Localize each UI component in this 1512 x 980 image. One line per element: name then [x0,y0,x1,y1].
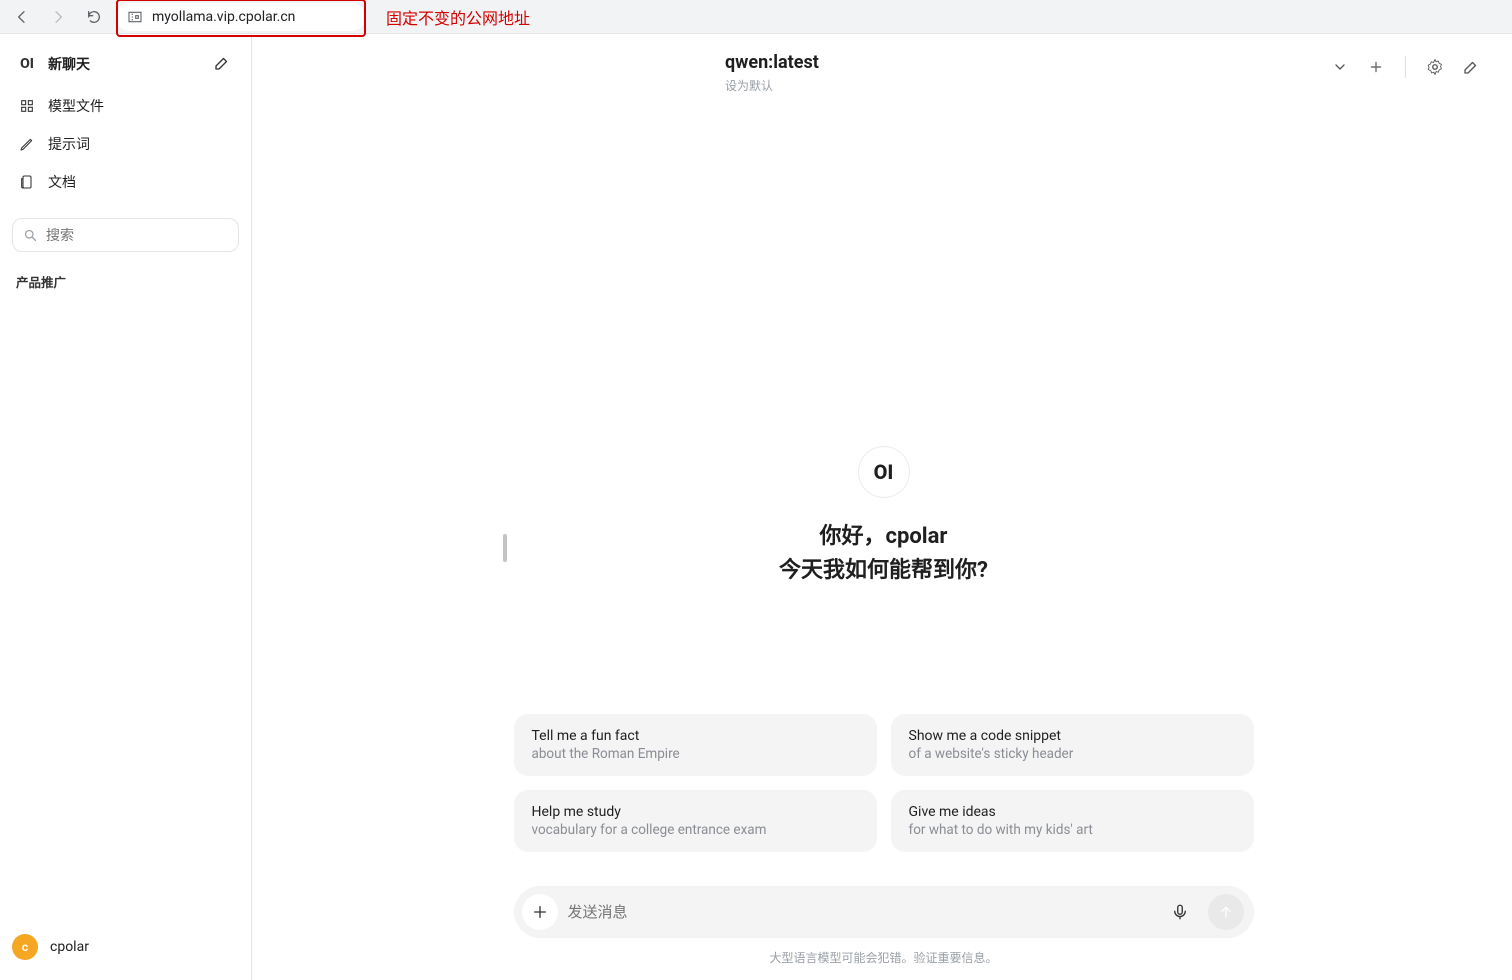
mic-button[interactable] [1162,894,1198,930]
plus-icon [532,904,548,920]
back-button[interactable] [8,3,36,31]
docs-icon [18,173,36,191]
reload-icon [86,9,102,25]
pen-icon [18,135,36,153]
arrow-left-icon [14,9,30,25]
brand-bubble: OI [858,446,910,498]
add-model-button[interactable] [1365,56,1387,78]
sidebar-item-label: 文档 [48,172,76,192]
suggestion-card[interactable]: Give me ideas for what to do with my kid… [891,790,1254,852]
suggestion-title: Help me study [532,804,859,820]
arrow-up-icon [1218,904,1234,920]
search-icon [23,228,38,243]
greeting-line1: 你好，cpolar [779,520,988,554]
gear-icon [1426,58,1444,76]
user-name: cpolar [50,939,89,955]
model-name: qwen:latest [725,52,819,73]
settings-button[interactable] [1424,56,1446,78]
suggestion-subtitle: for what to do with my kids' art [909,822,1236,838]
set-default-button[interactable]: 设为默认 [725,77,819,94]
suggestion-subtitle: about the Roman Empire [532,746,859,762]
sidebar-item-prompts[interactable]: 提示词 [10,128,241,160]
sidebar-section-heading: 产品推广 [10,266,241,297]
brand-icon: OI [18,55,36,73]
avatar: c [12,934,38,960]
grid-icon [18,97,36,115]
greeting: 你好，cpolar 今天我如何能帮到你? [779,520,988,588]
suggestion-card[interactable]: Help me study vocabulary for a college e… [514,790,877,852]
sidebar: OI 新聊天 模型文件 提示词 [0,34,252,980]
header-actions [1329,52,1482,78]
mic-icon [1171,903,1189,921]
browser-toolbar: myollama.vip.cpolar.cn 固定不变的公网地址 [0,0,1512,34]
forward-button[interactable] [44,3,72,31]
reload-button[interactable] [80,3,108,31]
edit-chat-button[interactable] [1460,56,1482,78]
divider [1405,56,1406,78]
sidebar-nav-group: 模型文件 提示词 文档 [10,90,241,198]
search-input[interactable] [46,227,228,243]
sidebar-item-newchat[interactable]: OI 新聊天 [10,48,241,80]
arrow-right-icon [50,9,66,25]
composer [514,886,1254,938]
address-bar[interactable]: myollama.vip.cpolar.cn [116,3,366,31]
sidebar-item-label: 模型文件 [48,96,104,116]
suggestion-grid: Tell me a fun fact about the Roman Empir… [514,714,1254,852]
annotation-label: 固定不变的公网地址 [386,5,530,29]
sidebar-item-models[interactable]: 模型文件 [10,90,241,122]
edit-icon [1462,58,1480,76]
sidebar-item-docs[interactable]: 文档 [10,166,241,198]
greeting-line2: 今天我如何能帮到你? [779,554,988,588]
send-button[interactable] [1208,894,1244,930]
suggestion-subtitle: vocabulary for a college entrance exam [532,822,859,838]
sidebar-item-label: 提示词 [48,134,90,154]
suggestion-card[interactable]: Tell me a fun fact about the Roman Empir… [514,714,877,776]
suggestion-title: Show me a code snippet [909,728,1236,744]
chat-header: qwen:latest 设为默认 [255,34,1512,94]
url-text: myollama.vip.cpolar.cn [152,9,295,25]
disclaimer-text: 大型语言模型可能会犯错。验证重要信息。 [769,949,997,966]
sidebar-search[interactable] [12,218,239,252]
main-panel: qwen:latest 设为默认 OI 你好，cpolar 今天我如何能帮到你?… [255,34,1512,980]
suggestion-subtitle: of a website's sticky header [909,746,1236,762]
suggestion-card[interactable]: Show me a code snippet of a website's st… [891,714,1254,776]
suggestion-title: Give me ideas [909,804,1236,820]
sidebar-user[interactable]: c cpolar [10,928,241,966]
suggestion-title: Tell me a fun fact [532,728,859,744]
message-input[interactable] [568,904,1152,921]
site-settings-icon[interactable] [126,8,144,26]
newchat-label: 新聊天 [48,54,90,74]
attach-button[interactable] [522,894,558,930]
chevron-down-icon[interactable] [1329,56,1351,78]
model-selector[interactable]: qwen:latest [725,52,819,73]
compose-icon[interactable] [213,54,233,74]
